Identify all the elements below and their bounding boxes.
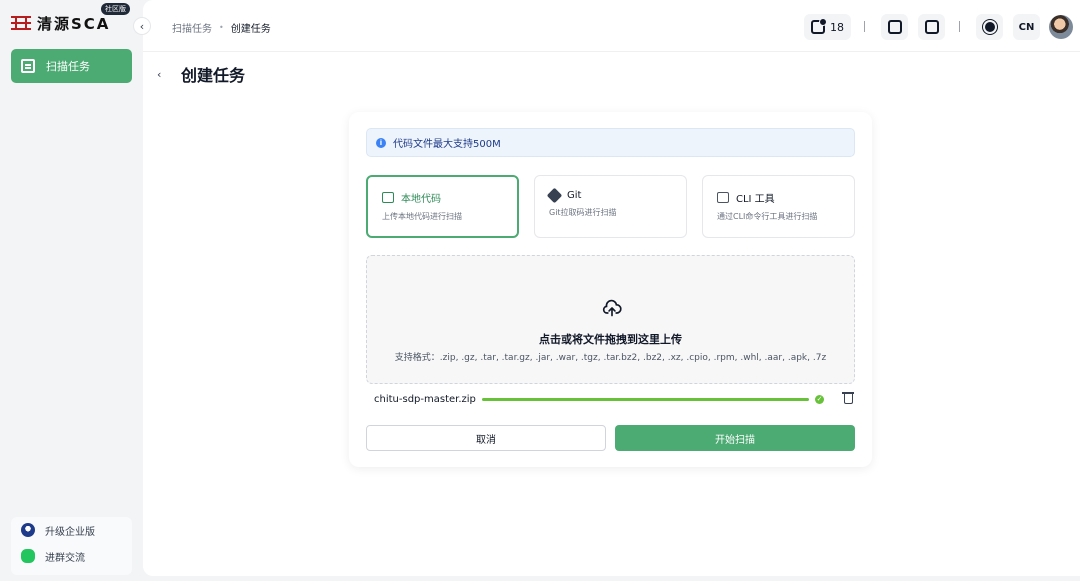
breadcrumb-item-current: 创建任务 (230, 24, 271, 35)
sidebar-item-scan-tasks[interactable]: 扫描任务 (11, 49, 132, 83)
option-title: 本地代码 (401, 194, 441, 205)
uploaded-file-row: chitu-sdp-master.zip ✓ (374, 392, 854, 406)
cancel-button[interactable]: 取消 (366, 425, 606, 451)
download-icon (887, 20, 902, 34)
option-desc: 上传本地代码进行扫描 (382, 212, 462, 221)
option-desc: Git拉取码进行扫描 (549, 208, 617, 217)
breadcrumb: 扫描任务 • 创建任务 (172, 20, 271, 35)
avatar[interactable] (1049, 15, 1073, 39)
upgrade-icon (21, 523, 35, 537)
upload-title: 点击或将文件拖拽到这里上传 (539, 333, 682, 346)
upgrade-label: 升级企业版 (45, 526, 95, 538)
upload-progress-bar (482, 397, 809, 401)
toolbar-divider (959, 21, 960, 32)
create-task-card: i 代码文件最大支持500M 本地代码 上传本地代码进行扫描 Git Git拉取… (349, 112, 872, 467)
notification-icon (811, 18, 827, 34)
option-title: Git (567, 190, 582, 201)
main-panel: 扫描任务 • 创建任务 18 CN ‹ 创建任务 i 代码文件最大支持500M … (143, 0, 1080, 576)
back-button[interactable]: ‹ (157, 68, 173, 81)
brand-mark-icon (11, 16, 31, 30)
notifications-button[interactable]: 18 (804, 14, 851, 40)
cloud-upload-icon (602, 299, 622, 317)
source-option-git[interactable]: Git Git拉取码进行扫描 (534, 175, 687, 238)
breadcrumb-item-scan-tasks[interactable]: 扫描任务 (172, 20, 212, 35)
check-circle-icon: ✓ (815, 394, 824, 404)
trash-icon[interactable] (842, 392, 854, 404)
sun-icon (984, 22, 995, 32)
upload-dropzone[interactable]: 点击或将文件拖拽到这里上传 支持格式：.zip, .gz, .tar, .tar… (366, 255, 855, 384)
docs-button[interactable] (918, 14, 945, 40)
terminal-icon (717, 192, 729, 203)
git-icon (546, 187, 563, 204)
local-code-icon (382, 192, 394, 203)
source-option-cli[interactable]: CLI 工具 通过CLI命令行工具进行扫描 (702, 175, 855, 238)
top-bar: 扫描任务 • 创建任务 18 CN (143, 0, 1080, 52)
join-group-link[interactable]: 进群交流 (11, 543, 132, 569)
upload-formats: 支持格式：.zip, .gz, .tar, .tar.gz, .jar, .wa… (394, 353, 827, 363)
page-header: ‹ 创建任务 (157, 62, 245, 86)
sidebar-collapse-button[interactable]: ‹ (133, 17, 151, 35)
source-option-local[interactable]: 本地代码 上传本地代码进行扫描 (366, 175, 519, 238)
option-title: CLI 工具 (736, 194, 775, 205)
start-scan-button[interactable]: 开始扫描 (615, 425, 855, 451)
chevron-left-icon: ‹ (157, 67, 162, 81)
brand-name: 清源SCA (37, 14, 111, 33)
language-switch-button[interactable]: CN (1013, 14, 1040, 40)
scroll-icon (21, 59, 35, 73)
edition-badge: 社区版 (101, 3, 130, 15)
notification-count: 18 (830, 20, 844, 34)
chevron-left-icon: ‹ (139, 19, 145, 33)
alert-text: 代码文件最大支持500M (393, 139, 501, 150)
sidebar-bottom: 升级企业版 进群交流 (11, 517, 132, 575)
info-icon: i (376, 137, 386, 148)
toolbar-divider (864, 21, 865, 32)
breadcrumb-separator: • (219, 23, 224, 32)
language-label: CN (1018, 21, 1035, 33)
info-alert: i 代码文件最大支持500M (366, 128, 855, 157)
sidebar-item-label: 扫描任务 (46, 60, 90, 73)
download-button[interactable] (881, 14, 908, 40)
document-edit-icon (924, 20, 939, 34)
join-group-label: 进群交流 (45, 552, 85, 564)
option-desc: 通过CLI命令行工具进行扫描 (717, 212, 818, 221)
uploaded-file-name: chitu-sdp-master.zip (374, 393, 476, 405)
sidebar: 清源SCA 社区版 扫描任务 升级企业版 进群交流 (0, 0, 143, 581)
wechat-icon (21, 549, 35, 563)
page-title: 创建任务 (181, 66, 246, 85)
theme-toggle-button[interactable] (976, 14, 1003, 40)
upgrade-enterprise-link[interactable]: 升级企业版 (11, 517, 132, 543)
upload-progress-fill (482, 397, 809, 401)
